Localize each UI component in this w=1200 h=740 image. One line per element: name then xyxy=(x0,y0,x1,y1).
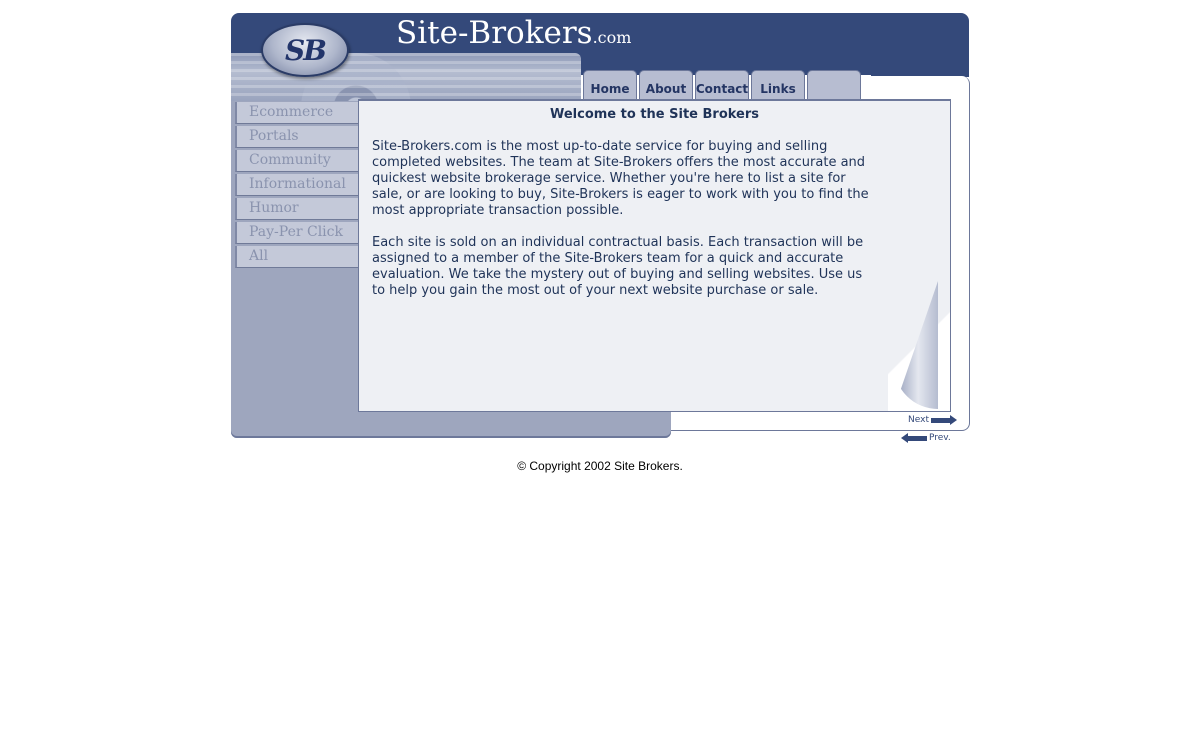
prev-link[interactable]: Prev. xyxy=(901,432,951,443)
tab-home[interactable]: Home xyxy=(583,70,637,99)
category-portals[interactable]: Portals xyxy=(235,126,359,148)
page-frame: Ecommerce Portals Community Informationa… xyxy=(231,13,970,443)
site-suffix: .com xyxy=(592,28,632,47)
copyright: © Copyright 2002 Site Brokers. xyxy=(517,459,683,473)
tab-contact[interactable]: Contact xyxy=(695,70,749,99)
logo-text: SB xyxy=(285,33,327,67)
nav-tabs: Home About Contact Links xyxy=(583,70,861,100)
details-paragraph: Each site is sold on an individual contr… xyxy=(372,235,864,298)
tab-blank[interactable] xyxy=(807,70,861,99)
category-informational[interactable]: Informational xyxy=(235,174,359,196)
prev-label: Prev. xyxy=(929,433,951,443)
logo[interactable]: SB xyxy=(261,23,349,77)
arrow-left-icon xyxy=(901,432,927,443)
intro-paragraph: Site-Brokers.com is the most up-to-date … xyxy=(372,139,869,218)
page-title: Welcome to the Site Brokers xyxy=(549,107,760,122)
category-ecommerce[interactable]: Ecommerce xyxy=(235,102,359,124)
category-humor[interactable]: Humor xyxy=(235,198,359,220)
next-link[interactable]: Next xyxy=(908,414,957,425)
tab-links[interactable]: Links xyxy=(751,70,805,99)
next-label: Next xyxy=(908,415,929,425)
tab-about[interactable]: About xyxy=(639,70,693,99)
category-pay-per-click[interactable]: Pay-Per Click xyxy=(235,222,359,244)
category-community[interactable]: Community xyxy=(235,150,359,172)
content-panel: Welcome to the Site Brokers Site-Brokers… xyxy=(358,99,951,412)
site-name: Site-Brokers xyxy=(396,15,593,51)
arrow-right-icon xyxy=(930,414,957,425)
category-all[interactable]: All xyxy=(235,246,359,268)
category-menu: Ecommerce Portals Community Informationa… xyxy=(235,102,359,270)
site-title: Site-Brokers.com xyxy=(396,15,631,51)
